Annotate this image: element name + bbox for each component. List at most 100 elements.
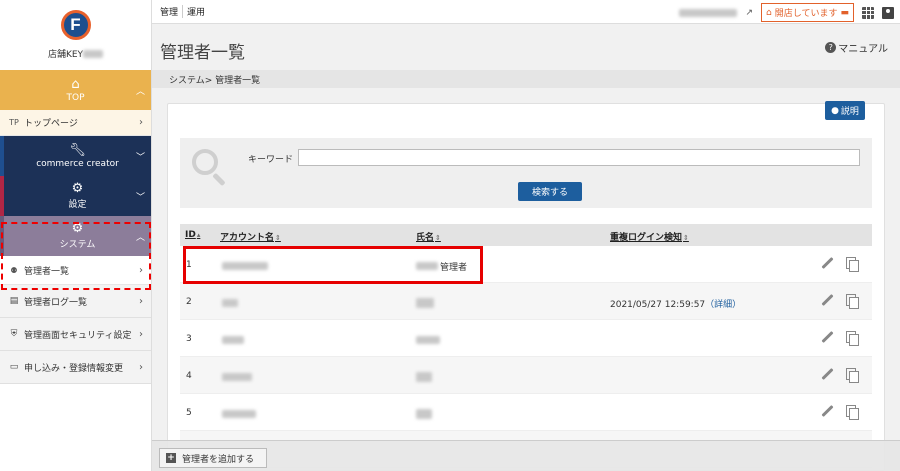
copy-icon[interactable]: [846, 405, 859, 420]
top-nav: 管理 運用: [152, 5, 209, 18]
page-title: 管理者一覧: [160, 43, 245, 63]
redacted-account: [222, 336, 244, 344]
sidebar-item-label: トップページ: [24, 119, 78, 129]
sort-icon: ⇕: [435, 234, 441, 242]
logo-area: F 店舗KEY: [0, 0, 151, 70]
column-header-account[interactable]: アカウント名⇕: [220, 230, 281, 243]
bulb-icon: ●: [831, 105, 839, 116]
store-key-label: 店舗KEY: [47, 50, 84, 60]
chevron-up-icon: ︿: [135, 87, 145, 97]
shield-icon: ⛨: [10, 329, 18, 339]
sidebar-commerce-label: commerce creator: [36, 158, 119, 169]
cell-id: 1: [186, 260, 192, 270]
chevron-right-icon: ›: [139, 361, 143, 373]
table-row: 3: [180, 320, 872, 357]
plus-icon: +: [166, 453, 176, 463]
copy-icon[interactable]: [846, 368, 859, 383]
column-header-id[interactable]: ID▴: [185, 230, 200, 240]
edit-icon[interactable]: [821, 368, 834, 381]
sidebar-top-label: TOP: [66, 92, 85, 103]
copy-icon[interactable]: [846, 294, 859, 309]
row-actions: [821, 368, 859, 383]
search-icon: [192, 149, 218, 175]
table-row: 5: [180, 394, 872, 431]
edit-icon[interactable]: [821, 405, 834, 418]
explain-label: 説明: [840, 107, 859, 117]
redacted-name: [416, 262, 438, 270]
sidebar-item-admin-log[interactable]: ▤ 管理者ログ一覧 ›: [0, 285, 151, 318]
top-nav-manage[interactable]: 管理: [156, 5, 184, 18]
search-button[interactable]: 検索する: [518, 182, 582, 201]
sidebar-item-top-page[interactable]: TP トップページ ›: [0, 110, 151, 136]
sort-icon: ▴: [196, 231, 201, 239]
edit-icon[interactable]: [821, 331, 834, 344]
edit-icon[interactable]: [821, 257, 834, 270]
edit-icon[interactable]: [821, 294, 834, 307]
sidebar-item-label: 管理者一覧: [24, 266, 70, 277]
cell-id: 5: [186, 408, 192, 418]
wrench-icon: 🔧︎: [69, 142, 86, 158]
sidebar-system[interactable]: ⚙ システム ︿: [0, 216, 151, 256]
store-key: 店舗KEY: [47, 47, 104, 60]
footer-bar: + 管理者を追加する: [152, 440, 900, 471]
shop-icon: ⌂: [766, 7, 772, 18]
sidebar-commerce-creator[interactable]: 🔧︎ commerce creator ﹀: [0, 136, 151, 176]
copy-icon[interactable]: [846, 331, 859, 346]
table-row: 1 管理者: [180, 246, 872, 283]
open-status-label: 開店しています: [774, 9, 838, 19]
row-actions: [821, 405, 859, 420]
user-icon[interactable]: [882, 6, 894, 19]
row-actions: [821, 257, 859, 272]
sidebar-top[interactable]: ⌂ TOP ︿: [0, 70, 151, 110]
sidebar-item-security[interactable]: ⛨ 管理画面セキュリティ設定 ›: [0, 318, 151, 351]
chevron-up-icon: ︿: [135, 233, 145, 243]
redacted-name: [416, 336, 440, 344]
table-row: 2 2021/05/27 12:59:57（詳細）: [180, 283, 872, 320]
redacted-user: [679, 8, 738, 17]
top-nav-operate[interactable]: 運用: [183, 5, 209, 18]
gear-icon: ⚙: [71, 221, 84, 236]
tp-icon: TP: [9, 118, 19, 127]
copy-icon[interactable]: [846, 257, 859, 272]
table-header: ID▴ アカウント名⇕ 氏名⇕ 重複ログイン検知⇕: [180, 224, 872, 246]
cell-id: 4: [186, 371, 192, 381]
detail-link[interactable]: （詳細）: [705, 300, 741, 310]
grid-icon[interactable]: [862, 6, 874, 19]
chevron-down-icon: ﹀: [135, 193, 145, 203]
sidebar: F 店舗KEY ⌂ TOP ︿ TP トップページ › 🔧︎ commerce …: [0, 0, 152, 471]
toggle-icon: ▬: [840, 7, 849, 18]
manual-label: マニュアル: [838, 44, 888, 55]
keyword-label: キーワード: [248, 155, 294, 165]
sidebar-item-label: 申し込み・登録情報変更: [24, 363, 124, 374]
card-icon: ▭: [9, 362, 19, 372]
sidebar-item-registration[interactable]: ▭ 申し込み・登録情報変更 ›: [0, 351, 151, 384]
log-icon: ▤: [9, 296, 19, 306]
home-icon: ⌂: [71, 76, 80, 92]
redacted-name: [416, 409, 432, 419]
redacted-account: [222, 299, 238, 307]
keyword-input[interactable]: [298, 149, 860, 166]
column-header-dup-login[interactable]: 重複ログイン検知⇕: [610, 230, 689, 243]
cell-dup-login: 2021/05/27 12:59:57（詳細）: [610, 300, 742, 310]
chevron-right-icon: ›: [139, 295, 143, 307]
admin-icon: ⚉: [10, 265, 18, 275]
redacted-name: [416, 298, 434, 308]
cell-id: 3: [186, 334, 192, 344]
redacted-store-key: [83, 49, 104, 58]
chevron-down-icon: ﹀: [135, 153, 145, 163]
sidebar-settings[interactable]: ⚙ 設定 ﹀: [0, 176, 151, 216]
redacted-account: [222, 262, 268, 270]
open-status-badge[interactable]: ⌂ 開店しています ▬: [761, 3, 854, 22]
sidebar-item-admin-list[interactable]: ⚉ 管理者一覧 ›: [0, 256, 151, 285]
sidebar-item-label: 管理画面セキュリティ設定: [24, 330, 132, 341]
column-header-name[interactable]: 氏名⇕: [416, 230, 441, 243]
row-actions: [821, 331, 859, 346]
brand-logo[interactable]: F: [60, 10, 91, 40]
external-link-icon[interactable]: ↗: [745, 8, 753, 18]
sidebar-settings-label: 設定: [68, 200, 87, 210]
explain-button[interactable]: ● 説明: [825, 101, 865, 120]
breadcrumb: システム> 管理者一覧: [152, 70, 900, 88]
add-admin-button[interactable]: + 管理者を追加する: [159, 448, 268, 468]
manual-link[interactable]: ? マニュアル: [825, 40, 888, 55]
redacted-account: [222, 373, 252, 381]
